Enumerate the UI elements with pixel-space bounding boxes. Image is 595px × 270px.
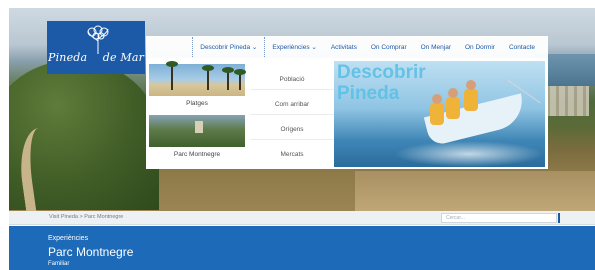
nav-experiencies[interactable]: Experiències ⌄ — [265, 43, 323, 51]
search-input[interactable]: Cercar... — [441, 213, 560, 223]
village — [541, 86, 589, 116]
palm-tree — [234, 69, 246, 90]
child-figure — [430, 94, 444, 125]
menu-link-com-arribar[interactable]: Com arribar — [250, 95, 334, 115]
parc-montnegre-thumbnail[interactable] — [149, 115, 245, 147]
breadcrumb-bar: Visit Pineda > Parc Montnegre Cercar... — [9, 211, 595, 225]
logo-text-left: Pineda — [47, 51, 88, 64]
platges-label[interactable]: Platges — [149, 100, 245, 107]
section-label: Experiències — [48, 235, 89, 242]
page-title: Parc Montnegre — [48, 245, 134, 259]
nav-descobrir-pineda[interactable]: Descobrir Pineda ⌄ — [192, 37, 266, 57]
breadcrumb[interactable]: Visit Pineda > Parc Montnegre — [49, 214, 123, 220]
site-logo[interactable]: Pineda de Mar — [47, 21, 145, 74]
water-spray — [394, 141, 544, 167]
nav-on-menjar[interactable]: On Menjar — [414, 44, 458, 51]
tree-logo-icon — [87, 25, 109, 54]
palm-tree — [166, 61, 178, 90]
promo-title-line1: Descobrir — [337, 62, 426, 83]
menu-link-origens[interactable]: Orígens — [250, 120, 334, 140]
menu-link-mercats[interactable]: Mercats — [250, 145, 334, 164]
parc-montnegre-label[interactable]: Parc Montnegre — [149, 151, 245, 158]
castle — [195, 121, 203, 133]
nav-contacte[interactable]: Contacte — [502, 44, 542, 51]
descobrir-dropdown-menu: Platges Parc Montnegre Població Com arri… — [146, 58, 548, 169]
page-header: Experiències Parc Montnegre Familiar — [9, 226, 595, 270]
palm-tree — [202, 65, 214, 90]
child-figure — [464, 80, 478, 111]
nav-on-dormir[interactable]: On Dormir — [458, 44, 502, 51]
menu-link-poblacio[interactable]: Població — [250, 70, 334, 90]
nav-activitats[interactable]: Activitats — [324, 44, 364, 51]
main-navbar: Descobrir Pineda ⌄ Experiències ⌄ Activi… — [146, 36, 548, 58]
descobrir-pineda-promo-banner[interactable]: Descobrir Pineda — [334, 61, 545, 167]
page-subtitle: Familiar — [48, 261, 70, 267]
field — [355, 171, 595, 211]
promo-title-line2: Pineda — [337, 83, 400, 104]
nav-on-comprar[interactable]: On Comprar — [364, 44, 414, 51]
promo-title: Descobrir Pineda — [337, 62, 426, 104]
palm-tree — [222, 67, 234, 90]
platges-thumbnail[interactable] — [149, 61, 246, 96]
child-figure — [446, 88, 460, 119]
